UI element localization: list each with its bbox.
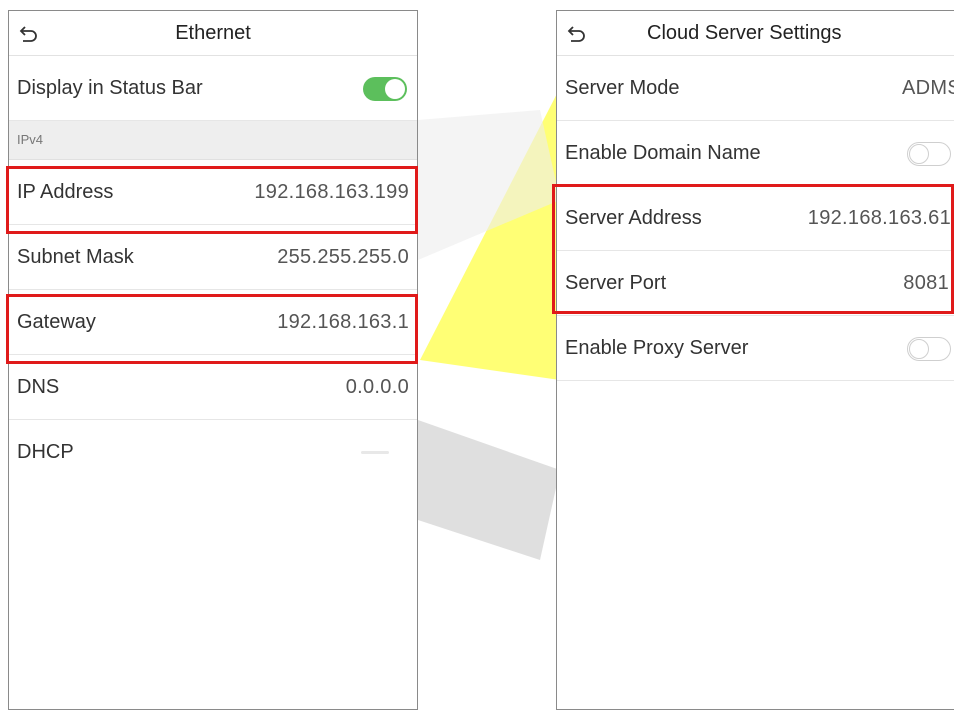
- subnet-mask-label: Subnet Mask: [17, 246, 134, 268]
- dhcp-toggle[interactable]: [361, 451, 389, 454]
- gateway-row[interactable]: Gateway 192.168.163.1: [9, 290, 417, 355]
- dns-value: 0.0.0.0: [345, 376, 409, 398]
- title-bar: Ethernet: [9, 11, 417, 56]
- ip-address-row[interactable]: IP Address 192.168.163.199: [9, 160, 417, 225]
- subnet-mask-row[interactable]: Subnet Mask 255.255.255.0: [9, 225, 417, 290]
- server-address-value: 192.168.163.61: [807, 207, 951, 229]
- toggle-knob: [909, 339, 929, 359]
- cloud-server-settings-screen: Cloud Server Settings Server Mode ADMS E…: [556, 10, 954, 710]
- title-bar: Cloud Server Settings: [557, 11, 954, 56]
- toggle-knob: [385, 79, 405, 99]
- server-port-row[interactable]: Server Port 8081: [557, 251, 954, 316]
- server-mode-value: ADMS: [902, 77, 954, 99]
- page-title: Cloud Server Settings: [647, 22, 842, 44]
- server-port-label: Server Port: [565, 272, 667, 294]
- enable-proxy-server-row[interactable]: Enable Proxy Server: [557, 316, 954, 381]
- section-label: IPv4: [17, 132, 44, 147]
- back-arrow-icon[interactable]: [565, 23, 587, 45]
- ipv4-section-header: IPv4: [9, 121, 417, 160]
- status-bar-toggle[interactable]: [363, 77, 407, 101]
- subnet-mask-value: 255.255.255.0: [277, 246, 409, 268]
- gateway-value: 192.168.163.1: [277, 311, 409, 333]
- dns-row[interactable]: DNS 0.0.0.0: [9, 355, 417, 420]
- server-address-row[interactable]: Server Address 192.168.163.61: [557, 186, 954, 251]
- dhcp-label: DHCP: [17, 441, 74, 463]
- dns-label: DNS: [17, 376, 60, 398]
- enable-domain-name-label: Enable Domain Name: [565, 142, 761, 164]
- proxy-server-toggle[interactable]: [907, 337, 951, 361]
- server-mode-label: Server Mode: [565, 77, 680, 99]
- toggle-knob: [909, 144, 929, 164]
- domain-name-toggle[interactable]: [907, 142, 951, 166]
- watermark-gray-shape: [418, 420, 560, 560]
- display-in-status-bar-row[interactable]: Display in Status Bar: [9, 56, 417, 121]
- ip-address-value: 192.168.163.199: [254, 181, 409, 203]
- ip-address-label: IP Address: [17, 181, 114, 203]
- enable-domain-name-row[interactable]: Enable Domain Name: [557, 121, 954, 186]
- server-address-label: Server Address: [565, 207, 702, 229]
- display-in-status-bar-label: Display in Status Bar: [17, 77, 203, 99]
- server-mode-row[interactable]: Server Mode ADMS: [557, 56, 954, 121]
- ethernet-screen: Ethernet Display in Status Bar IPv4 IP A…: [8, 10, 418, 710]
- dhcp-row[interactable]: DHCP: [9, 420, 417, 485]
- enable-proxy-server-label: Enable Proxy Server: [565, 337, 749, 359]
- page-title: Ethernet: [175, 22, 251, 44]
- server-port-value: 8081: [903, 272, 949, 294]
- gateway-label: Gateway: [17, 311, 96, 333]
